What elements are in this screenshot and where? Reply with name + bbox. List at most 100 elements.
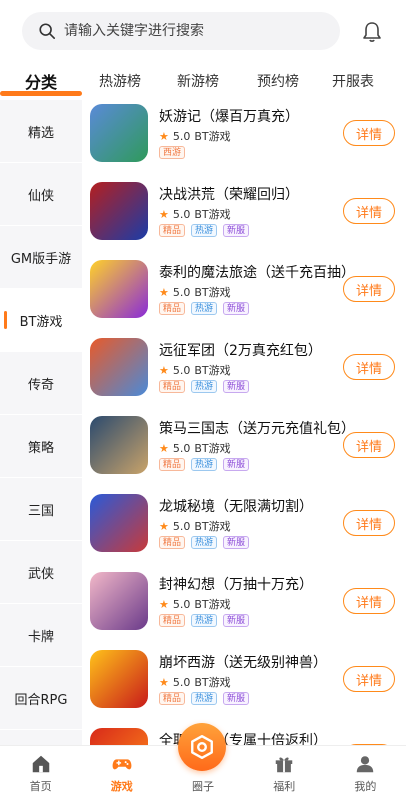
detail-button[interactable]: 详情 (343, 510, 395, 536)
game-thumbnail[interactable] (90, 338, 148, 396)
tag-badge: 精品 (159, 224, 186, 237)
sidebar-item-turn-rpg[interactable]: 回合RPG (0, 667, 82, 730)
home-icon (32, 755, 49, 773)
nav-label: 圈子 (192, 780, 214, 793)
star-icon: ★ (159, 441, 169, 455)
sidebar-item-card[interactable]: 卡牌 (0, 604, 82, 667)
tab-new[interactable]: 新游榜 (158, 71, 238, 91)
sidebar-item-legend[interactable]: 传奇 (0, 352, 82, 415)
rating-value: 5.0 (172, 363, 191, 377)
game-tags: 精品 热游 新服 (159, 692, 255, 705)
game-title[interactable]: 龙城秘境（无限满切割） (159, 496, 313, 516)
sidebar-item-gm[interactable]: GM版手游 (0, 226, 82, 289)
game-type: BT游戏 (194, 208, 231, 221)
rating-value: 5.0 (172, 129, 191, 143)
sidebar-item-strategy[interactable]: 策略 (0, 415, 82, 478)
game-thumbnail[interactable] (90, 728, 148, 745)
nav-label: 首页 (29, 780, 52, 793)
star-icon: ★ (159, 363, 169, 377)
game-item[interactable]: 崩坏西游（送无级别神兽） ★ 5.0 BT游戏 精品 热游 新服 详情 (82, 646, 406, 724)
game-item[interactable]: 封神幻想（万抽十万充） ★ 5.0 BT游戏 精品 热游 新服 详情 (82, 568, 406, 646)
sidebar-item-featured[interactable]: 精选 (0, 100, 82, 163)
game-tags: 西游 (159, 146, 191, 159)
sidebar-item-wuxia[interactable]: 武侠 (0, 541, 82, 604)
game-thumbnail[interactable] (90, 416, 148, 474)
detail-button[interactable]: 详情 (343, 588, 395, 614)
detail-button[interactable]: 详情 (343, 276, 395, 302)
sidebar-item-xianxia[interactable]: 仙侠 (0, 163, 82, 226)
sidebar-item-label: 策略 (27, 440, 54, 456)
rating-value: 5.0 (172, 675, 191, 689)
search-bar[interactable] (22, 12, 340, 50)
game-item[interactable]: 远征军团（2万真充红包） ★ 5.0 BT游戏 精品 热游 新服 详情 (82, 334, 406, 412)
tab-reserve[interactable]: 预约榜 (238, 71, 318, 91)
tag-badge: 精品 (159, 692, 186, 705)
tab-hot[interactable]: 热游榜 (82, 71, 158, 91)
game-item[interactable]: 策马三国志（送万元充值礼包） ★ 5.0 BT游戏精品 热游 新服 详情 (82, 412, 406, 490)
nav-home[interactable]: 首页 (0, 746, 81, 800)
game-item[interactable]: 泰利的魔法旅途（送千充百抽） ★ 5.0 BT游戏 精品 热游 新服 详情 (82, 256, 406, 334)
game-title[interactable]: 泰利的魔法旅途（送千充百抽） (159, 262, 355, 282)
sidebar-item-three-kingdoms[interactable]: 三国 (0, 478, 82, 541)
nav-mine[interactable]: 我的 (325, 746, 406, 800)
game-thumbnail[interactable] (90, 182, 148, 240)
tag-badge: 新服 (223, 536, 250, 549)
sidebar-item-label: 回合RPG (14, 692, 68, 708)
tag-badge: 热游 (191, 380, 218, 393)
game-type: BT游戏 (194, 598, 231, 611)
game-title[interactable]: 封神幻想（万抽十万充） (159, 574, 313, 594)
detail-button[interactable]: 详情 (343, 120, 395, 146)
game-item[interactable]: 决战洪荒（荣耀回归） ★ 5.0 BT游戏 精品 热游 新服 详情 (82, 178, 406, 256)
game-thumbnail[interactable] (90, 494, 148, 552)
tab-category[interactable]: 分类 (0, 69, 82, 93)
nav-games[interactable]: 游戏 (81, 746, 162, 800)
game-list: 妖游记（爆百万真充） ★ 5.0 BT游戏 西游 详情 决战洪荒（荣耀回归） ★ 5.0 BT游戏… (82, 100, 406, 745)
game-thumbnail[interactable] (90, 260, 148, 318)
game-rating: ★ 5.0 BT游戏 (159, 362, 231, 378)
sidebar-item-label: 精选 (27, 125, 54, 141)
game-item[interactable]: 妖游记（爆百万真充） ★ 5.0 BT游戏 西游 详情 (82, 100, 406, 178)
tag-badge: 新服 (223, 614, 250, 627)
tag-badge: 精品 (159, 458, 186, 471)
sidebar-item-bt[interactable]: BT游戏 (0, 289, 82, 352)
tag-badge: 西游 (159, 146, 186, 159)
nav-label: 游戏 (110, 780, 133, 793)
game-thumbnail[interactable] (90, 104, 148, 162)
tab-server[interactable]: 开服表 (318, 71, 388, 91)
detail-button[interactable]: 详情 (343, 666, 395, 692)
game-type: BT游戏 (194, 364, 231, 377)
detail-button[interactable]: 详情 (343, 432, 395, 458)
top-bar (0, 0, 406, 62)
rating-value: 5.0 (172, 441, 191, 455)
game-title[interactable]: 策马三国志（送万元充值礼包） (159, 418, 355, 438)
game-tags: 精品 热游 新服 (159, 458, 255, 471)
rating-value: 5.0 (172, 207, 191, 221)
game-rating: ★ 5.0 BT游戏 (159, 440, 231, 456)
bell-icon[interactable] (360, 20, 384, 44)
gamepad-icon (112, 759, 132, 770)
rating-value: 5.0 (172, 597, 191, 611)
star-icon: ★ (159, 597, 169, 611)
game-title[interactable]: 妖游记（爆百万真充） (159, 106, 299, 126)
game-thumbnail[interactable] (90, 572, 148, 630)
circle-center-button[interactable] (178, 723, 226, 771)
rating-value: 5.0 (172, 519, 191, 533)
tag-badge: 精品 (159, 536, 186, 549)
game-title[interactable]: 崩坏西游（送无级别神兽） (159, 652, 327, 672)
detail-button[interactable]: 详情 (343, 354, 395, 380)
game-title[interactable]: 远征军团（2万真充红包） (159, 340, 322, 360)
detail-button[interactable]: 详情 (343, 198, 395, 224)
game-thumbnail[interactable] (90, 650, 148, 708)
star-icon: ★ (159, 285, 169, 299)
game-type: BT游戏 (194, 520, 231, 533)
game-title[interactable]: 决战洪荒（荣耀回归） (159, 184, 299, 204)
game-item[interactable]: 全职猎手（专属十倍返利）★5.0BT游戏精品热游新服详情 (82, 724, 406, 745)
nav-label: 福利 (273, 780, 296, 793)
tag-badge: 热游 (191, 692, 218, 705)
game-item[interactable]: 龙城秘境（无限满切割） ★ 5.0 BT游戏 精品 热游 新服 详情 (82, 490, 406, 568)
search-input[interactable] (64, 23, 324, 39)
nav-welfare[interactable]: 福利 (244, 746, 325, 800)
star-icon: ★ (159, 519, 169, 533)
nav-label: 我的 (354, 780, 377, 793)
tag-badge: 热游 (191, 614, 218, 627)
